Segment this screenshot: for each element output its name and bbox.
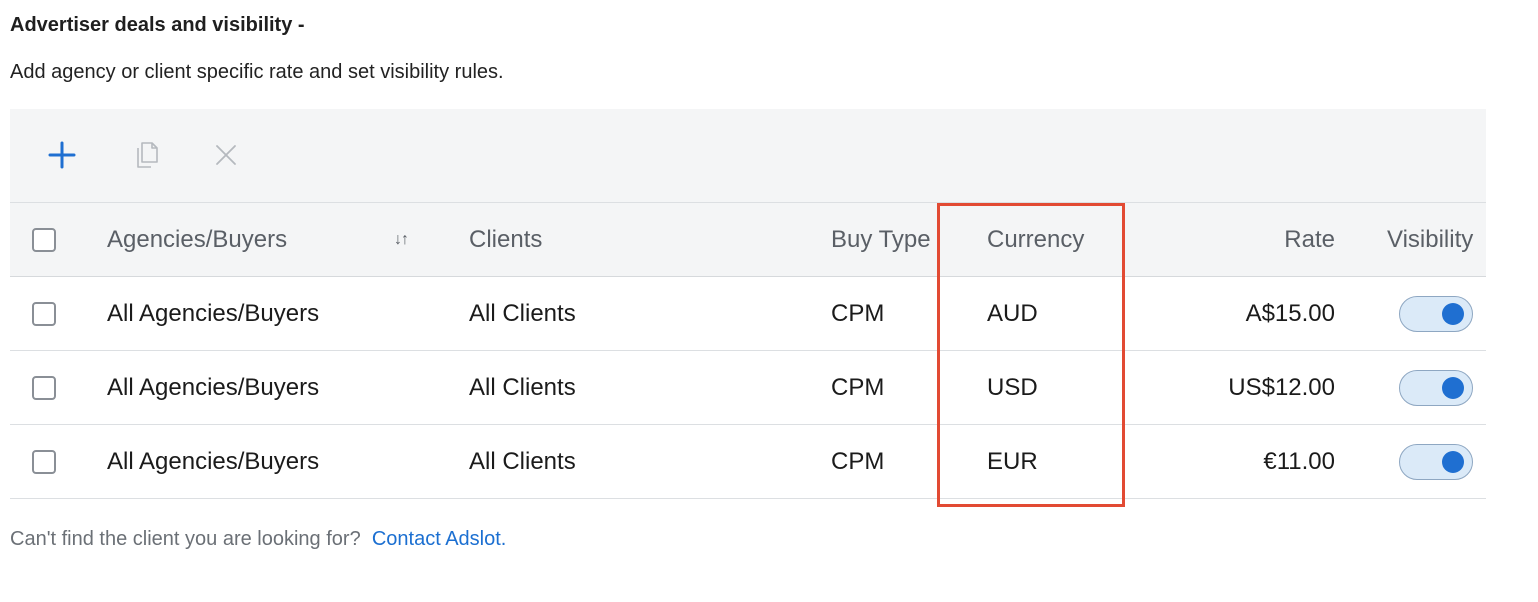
- header-currency: Currency: [987, 225, 1085, 253]
- copy-row-button[interactable]: [128, 137, 164, 173]
- row-currency: AUD: [987, 299, 1038, 327]
- row-select-cell: [32, 351, 56, 424]
- row-rate: US$12.00: [1228, 373, 1335, 401]
- row-rate: A$15.00: [1245, 299, 1335, 327]
- sort-icon[interactable]: ↓↑: [394, 203, 409, 276]
- row-buy-type: CPM: [831, 299, 885, 327]
- header-clients: Clients: [469, 225, 543, 253]
- close-icon: [216, 145, 236, 165]
- visibility-toggle[interactable]: [1399, 369, 1473, 406]
- row-client: All Clients: [469, 299, 576, 327]
- row-checkbox[interactable]: [32, 301, 56, 326]
- header-rate: Rate: [1284, 225, 1335, 253]
- row-agency: All Agencies/Buyers: [107, 299, 320, 327]
- section-title: Advertiser deals and visibility -: [10, 14, 305, 36]
- footer-text: Can't find the client you are looking fo…: [10, 528, 361, 550]
- plus-icon: [48, 141, 76, 169]
- row-client: All Clients: [469, 447, 576, 475]
- row-select-cell: [32, 425, 56, 498]
- section-description: Add agency or client specific rate and s…: [10, 61, 504, 83]
- visibility-toggle-cell: [1399, 425, 1473, 498]
- row-agency: All Agencies/Buyers: [107, 373, 320, 401]
- row-select-cell: [32, 277, 56, 350]
- row-rate: €11.00: [1263, 447, 1335, 475]
- add-row-button[interactable]: [44, 137, 80, 173]
- toggle-knob: [1442, 302, 1464, 325]
- table-toolbar: [10, 109, 1486, 203]
- toggle-knob: [1442, 450, 1464, 473]
- row-checkbox[interactable]: [32, 375, 56, 400]
- select-all-cell: [32, 203, 56, 276]
- row-currency: USD: [987, 373, 1038, 401]
- contact-adslot-link[interactable]: Contact Adslot.: [372, 528, 507, 550]
- row-currency: EUR: [987, 447, 1038, 475]
- table-row: All Agencies/Buyers All Clients CPM USD …: [10, 351, 1486, 425]
- row-buy-type: CPM: [831, 373, 885, 401]
- table-row: All Agencies/Buyers All Clients CPM EUR …: [10, 425, 1486, 499]
- copy-icon: [137, 142, 158, 168]
- table-header: Agencies/Buyers ↓↑ Clients Buy Type Curr…: [10, 203, 1486, 277]
- visibility-toggle-cell: [1399, 351, 1473, 424]
- row-client: All Clients: [469, 373, 576, 401]
- table-row: All Agencies/Buyers All Clients CPM AUD …: [10, 277, 1486, 351]
- visibility-toggle[interactable]: [1399, 443, 1473, 480]
- header-visibility: Visibility: [1387, 225, 1474, 253]
- visibility-toggle[interactable]: [1399, 295, 1473, 332]
- row-buy-type: CPM: [831, 447, 885, 475]
- toggle-knob: [1442, 376, 1464, 399]
- row-agency: All Agencies/Buyers: [107, 447, 320, 475]
- header-agencies[interactable]: Agencies/Buyers: [107, 203, 287, 276]
- footer-help: Can't find the client you are looking fo…: [10, 528, 506, 551]
- delete-row-button[interactable]: [208, 137, 244, 173]
- visibility-toggle-cell: [1399, 277, 1473, 350]
- header-buy-type: Buy Type: [831, 225, 931, 253]
- row-checkbox[interactable]: [32, 449, 56, 474]
- select-all-checkbox[interactable]: [32, 227, 56, 252]
